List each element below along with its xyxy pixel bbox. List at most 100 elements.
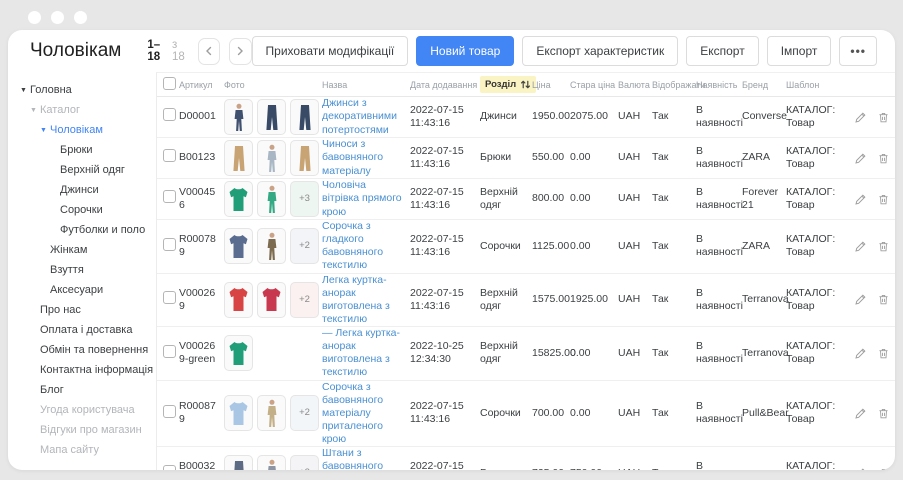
sidebar-item[interactable]: ▼ Угода користувача <box>8 400 156 420</box>
column-header-availability[interactable]: Наявність <box>696 80 742 90</box>
row-brand: Converse <box>742 110 786 123</box>
export-button[interactable]: Експорт <box>686 36 758 66</box>
product-name-link[interactable]: Сорочка з гладкого бавовняного текстилю <box>322 220 383 271</box>
row-template: КАТАЛОГ: Товар <box>786 460 848 470</box>
sidebar-item[interactable]: ▼ Взуття <box>8 260 156 280</box>
row-checkbox[interactable] <box>163 149 176 162</box>
row-old-price: 2075.00 <box>570 110 618 123</box>
column-header-sku[interactable]: Артикул <box>179 80 224 90</box>
row-checkbox[interactable] <box>163 465 176 470</box>
delete-icon[interactable] <box>877 240 890 253</box>
sidebar-item[interactable]: ▼ Брюки <box>8 140 156 160</box>
row-old-price: 0.00 <box>570 151 618 164</box>
sidebar-item[interactable]: ▼ Мапа сайту <box>8 440 156 460</box>
product-name-link[interactable]: Джинси з декоративними потертостями <box>322 97 397 135</box>
sidebar-item[interactable]: ▼ Головна <box>8 80 156 100</box>
delete-icon[interactable] <box>877 193 890 206</box>
row-display: Так <box>652 347 696 360</box>
new-product-button[interactable]: Новий товар <box>416 36 514 66</box>
column-header-display[interactable]: Відображати <box>652 80 696 90</box>
edit-icon[interactable] <box>854 407 867 420</box>
product-photo-thumbnail <box>224 335 253 371</box>
row-section: Брюки <box>480 467 532 470</box>
sidebar-item[interactable]: ▼ Обмін та повернення <box>8 340 156 360</box>
product-photo-thumbnail <box>257 140 286 176</box>
app-window: Чоловікам 1–18 з 18 Приховати модифікаці… <box>8 30 895 470</box>
export-characteristics-button[interactable]: Експорт характеристик <box>522 36 678 66</box>
column-header-section[interactable]: Розділ <box>480 76 532 93</box>
edit-icon[interactable] <box>854 111 867 124</box>
row-currency: UAH <box>618 407 652 420</box>
sidebar-item[interactable]: ▼ Каталог <box>8 100 156 120</box>
sidebar-item[interactable]: ▼ Джинси <box>8 180 156 200</box>
delete-icon[interactable] <box>877 467 890 470</box>
import-button[interactable]: Імпорт <box>767 36 832 66</box>
pagination-prev-button[interactable] <box>198 38 220 65</box>
row-old-price: 0.00 <box>570 240 618 253</box>
row-price: 550.00 <box>532 151 570 164</box>
chevron-right-icon <box>235 46 245 56</box>
row-photos: +2 <box>224 455 317 470</box>
sidebar-item[interactable]: ▼ Про нас <box>8 300 156 320</box>
row-checkbox[interactable] <box>163 291 176 304</box>
more-photos-badge: +2 <box>290 228 319 264</box>
row-currency: UAH <box>618 192 652 205</box>
delete-icon[interactable] <box>877 111 890 124</box>
sidebar-item[interactable]: ▼ Чоловікам <box>8 120 156 140</box>
edit-icon[interactable] <box>854 193 867 206</box>
sidebar-item[interactable]: ▼ Оплата і доставка <box>8 320 156 340</box>
product-photo-thumbnail <box>257 99 286 135</box>
column-header-currency[interactable]: Валюта <box>618 80 652 90</box>
row-sku: R000789 <box>179 233 224 259</box>
delete-icon[interactable] <box>877 152 890 165</box>
sidebar-item[interactable]: ▼ Жінкам <box>8 240 156 260</box>
column-header-old-price[interactable]: Стара ціна <box>570 80 618 90</box>
row-checkbox[interactable] <box>163 345 176 358</box>
pagination-next-button[interactable] <box>229 38 251 65</box>
sidebar-item[interactable]: ▼ Аксесуари <box>8 280 156 300</box>
row-date: 2022-07-15 11:43:16 <box>410 145 480 171</box>
product-name-link[interactable]: Штани з бавовняного матеріалу прямого кр… <box>322 447 389 470</box>
sidebar-item[interactable]: ▼ Відгуки про магазин <box>8 420 156 440</box>
row-date: 2022-07-15 11:43:16 <box>410 186 480 212</box>
sidebar-item[interactable]: ▼ Верхній одяг <box>8 160 156 180</box>
column-header-photo[interactable]: Фото <box>224 80 322 90</box>
edit-icon[interactable] <box>854 240 867 253</box>
select-all-checkbox[interactable] <box>163 77 176 90</box>
row-display: Так <box>652 467 696 470</box>
row-currency: UAH <box>618 240 652 253</box>
hide-modifications-button[interactable]: Приховати модифікації <box>252 36 409 66</box>
column-header-name[interactable]: Назва <box>322 80 410 90</box>
product-photo-thumbnail <box>257 395 286 431</box>
product-name-link[interactable]: — Легка куртка-анорак виготовлена з текс… <box>322 327 400 378</box>
row-checkbox[interactable] <box>163 405 176 418</box>
row-checkbox[interactable] <box>163 190 176 203</box>
product-name-link[interactable]: Сорочка з бавовняного матеріалу притален… <box>322 381 383 446</box>
row-display: Так <box>652 151 696 164</box>
edit-icon[interactable] <box>854 152 867 165</box>
sidebar-item[interactable]: ▼ Блог <box>8 380 156 400</box>
edit-icon[interactable] <box>854 293 867 306</box>
column-header-price[interactable]: Ціна <box>532 80 570 90</box>
more-actions-button[interactable]: ••• <box>839 36 877 66</box>
delete-icon[interactable] <box>877 407 890 420</box>
sidebar-item[interactable]: ▼ Контактна інформація <box>8 360 156 380</box>
column-header-date[interactable]: Дата додавання <box>410 80 480 90</box>
delete-icon[interactable] <box>877 347 890 360</box>
delete-icon[interactable] <box>877 293 890 306</box>
product-name-link[interactable]: Чиноси з бавовняного матеріалу <box>322 138 383 176</box>
edit-icon[interactable] <box>854 467 867 470</box>
column-header-template[interactable]: Шаблон <box>786 80 848 90</box>
product-name-link[interactable]: Легка куртка-анорак виготовлена з тексти… <box>322 274 390 325</box>
row-checkbox[interactable] <box>163 108 176 121</box>
sidebar-item[interactable]: ▼ Сорочки <box>8 200 156 220</box>
window-control-dot <box>74 11 87 24</box>
row-checkbox[interactable] <box>163 238 176 251</box>
row-old-price: 0.00 <box>570 347 618 360</box>
product-name-link[interactable]: Чоловіча вітрівка прямого крою <box>322 179 402 217</box>
row-section: Верхній одяг <box>480 186 532 212</box>
edit-icon[interactable] <box>854 347 867 360</box>
column-header-brand[interactable]: Бренд <box>742 80 786 90</box>
sidebar-item[interactable]: ▼ Футболки и поло <box>8 220 156 240</box>
row-photos: +2 <box>224 282 317 318</box>
